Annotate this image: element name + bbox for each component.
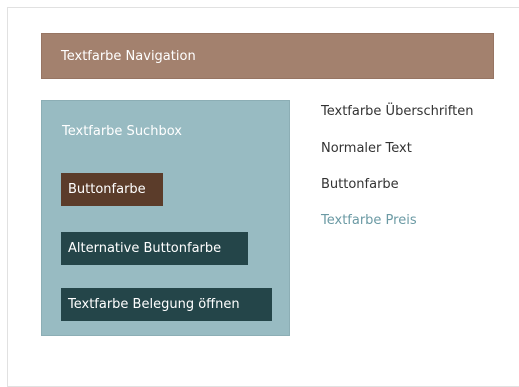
alternative-button[interactable]: Alternative Buttonfarbe bbox=[61, 232, 248, 265]
navigation-label: Textfarbe Navigation bbox=[61, 49, 196, 64]
legend-price-text: Textfarbe Preis bbox=[321, 213, 417, 228]
legend-normal-text: Normaler Text bbox=[321, 141, 412, 156]
primary-button[interactable]: Buttonfarbe bbox=[61, 173, 163, 206]
legend-headings-text: Textfarbe Überschriften bbox=[321, 104, 474, 119]
open-booking-button[interactable]: Textfarbe Belegung öffnen bbox=[61, 288, 272, 321]
searchbox-label: Textfarbe Suchbox bbox=[62, 124, 182, 139]
navigation-bar[interactable]: Textfarbe Navigation bbox=[41, 33, 494, 79]
searchbox-panel: Textfarbe Suchbox Buttonfarbe Alternativ… bbox=[41, 100, 290, 336]
legend-button-color-text: Buttonfarbe bbox=[321, 177, 399, 192]
